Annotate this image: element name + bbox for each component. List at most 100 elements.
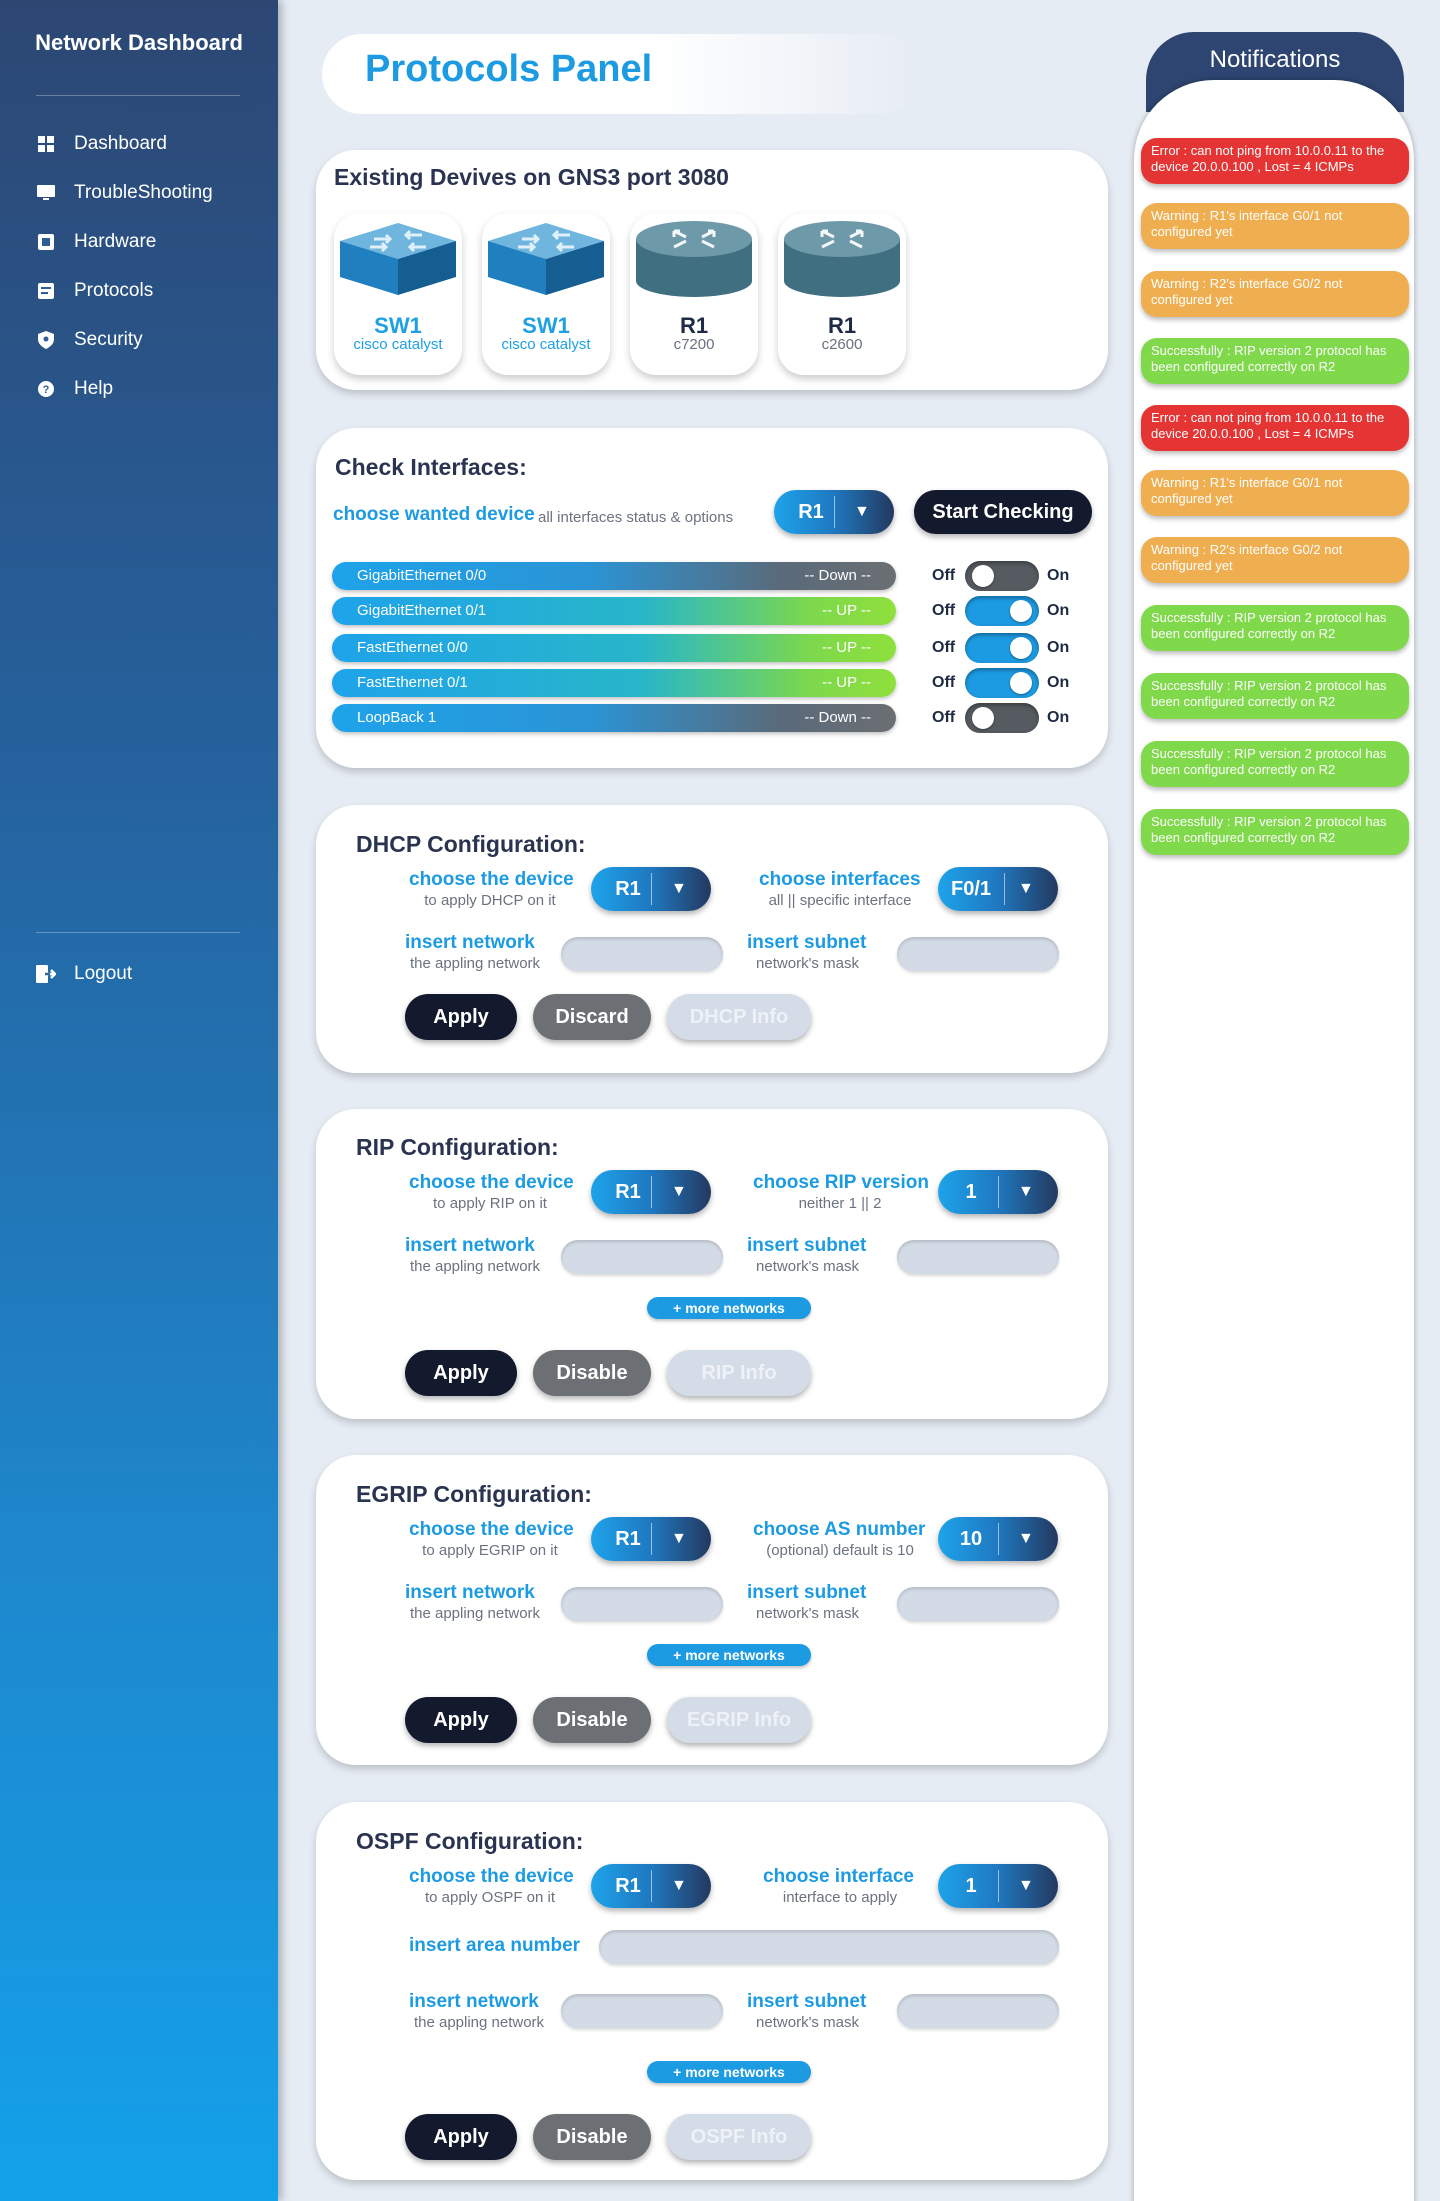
ospf-info-button[interactable]: OSPF Info [667, 2114, 811, 2160]
sidebar-item-troubleshooting[interactable]: TroubleShooting [36, 180, 213, 206]
chevron-down-icon: ▼ [1018, 1530, 1034, 1547]
device-model: cisco catalyst [353, 336, 443, 353]
select-divider [998, 1176, 999, 1208]
ospf-network-label: insert network [409, 1991, 539, 2012]
ospf-interface-select[interactable]: 1 ▼ [938, 1864, 1058, 1908]
rip-version-label: choose RIP version [753, 1172, 929, 1193]
egrip-subnet-label: insert subnet [747, 1582, 867, 1603]
dhcp-interface-select[interactable]: F0/1 ▼ [938, 867, 1058, 911]
dhcp-discard-button[interactable]: Discard [533, 994, 651, 1040]
sidebar-item-security[interactable]: Security [36, 327, 143, 353]
rip-subnet-label: insert subnet [747, 1235, 867, 1256]
rip-title: RIP Configuration: [356, 1134, 559, 1160]
interfaces-device-select[interactable]: R1 ▼ [774, 490, 894, 534]
rip-more-networks-button[interactable]: + more networks [647, 1297, 811, 1319]
interface-toggle[interactable] [965, 703, 1039, 733]
device-card-router[interactable]: R1 c2600 [778, 213, 906, 375]
start-checking-button[interactable]: Start Checking [914, 490, 1092, 534]
select-value: 10 [959, 1528, 983, 1550]
sidebar-divider [36, 932, 240, 933]
interface-toggle[interactable] [965, 668, 1039, 698]
rip-subnet-sub: network's mask [756, 1258, 859, 1275]
interface-status: -- UP -- [822, 639, 871, 656]
dhcp-device-sub: to apply DHCP on it [424, 892, 556, 909]
ospf-area-input[interactable] [599, 1930, 1059, 1964]
dhcp-network-input[interactable] [561, 937, 723, 971]
interface-toggle[interactable] [965, 561, 1039, 591]
rip-disable-button[interactable]: Disable [533, 1350, 651, 1396]
egrip-apply-button[interactable]: Apply [405, 1697, 517, 1743]
dhcp-title: DHCP Configuration: [356, 831, 586, 857]
monitor-icon [36, 183, 56, 203]
logout-button[interactable]: Logout [36, 961, 132, 987]
choose-device-sub: all interfaces status & options [538, 509, 734, 526]
egrip-disable-button[interactable]: Disable [533, 1697, 651, 1743]
chevron-down-icon: ▼ [1018, 880, 1034, 897]
rip-network-input[interactable] [561, 1240, 723, 1274]
select-value: R1 [798, 501, 824, 523]
rip-apply-button[interactable]: Apply [405, 1350, 517, 1396]
rip-version-sub: neither 1 || 2 [798, 1195, 882, 1212]
notification-success: Successfully : RIP version 2 protocol ha… [1141, 809, 1409, 855]
device-card-router[interactable]: R1 c7200 [630, 213, 758, 375]
chevron-down-icon: ▼ [671, 1877, 687, 1894]
off-label: Off [932, 674, 956, 691]
ospf-apply-button[interactable]: Apply [405, 2114, 517, 2160]
interface-row: FastEthernet 0/0 -- UP -- [332, 634, 896, 662]
sidebar-item-label: Help [74, 378, 114, 399]
ospf-device-label: choose the device [409, 1866, 574, 1887]
interface-toggle[interactable] [965, 596, 1039, 626]
dhcp-subnet-input[interactable] [897, 937, 1059, 971]
sidebar-item-help[interactable]: ? Help [36, 376, 113, 402]
egrip-subnet-input[interactable] [897, 1587, 1059, 1621]
ospf-disable-button[interactable]: Disable [533, 2114, 651, 2160]
interface-row: LoopBack 1 -- Down -- [332, 704, 896, 732]
egrip-as-sub: (optional) default is 10 [766, 1542, 914, 1559]
on-label: On [1047, 567, 1070, 584]
interface-name: GigabitEthernet 0/0 [357, 567, 487, 584]
ospf-device-select[interactable]: R1 ▼ [591, 1864, 711, 1908]
svg-text:?: ? [43, 384, 50, 396]
page-title-pill: Protocols Panel [322, 34, 922, 114]
notification-success: Successfully : RIP version 2 protocol ha… [1141, 741, 1409, 787]
help-icon: ? [36, 379, 56, 399]
egrip-device-select[interactable]: R1 ▼ [591, 1517, 711, 1561]
dhcp-device-select[interactable]: R1 ▼ [591, 867, 711, 911]
ospf-title: OSPF Configuration: [356, 1828, 584, 1854]
logout-icon [36, 964, 56, 984]
ospf-interface-sub: interface to apply [782, 1889, 898, 1906]
rip-device-select[interactable]: R1 ▼ [591, 1170, 711, 1214]
interface-toggle[interactable] [965, 633, 1039, 663]
shield-icon [36, 330, 56, 350]
devices-title: Existing Devives on GNS3 port 3080 [334, 164, 729, 190]
ospf-more-networks-button[interactable]: + more networks [647, 2061, 811, 2083]
sidebar-item-protocols[interactable]: Protocols [36, 278, 153, 304]
dhcp-apply-button[interactable]: Apply [405, 994, 517, 1040]
rip-device-sub: to apply RIP on it [433, 1195, 547, 1212]
egrip-more-networks-button[interactable]: + more networks [647, 1644, 811, 1666]
device-model: cisco catalyst [501, 336, 591, 353]
sidebar-item-hardware[interactable]: Hardware [36, 229, 156, 255]
interface-name: GigabitEthernet 0/1 [357, 602, 487, 619]
ospf-device-sub: to apply OSPF on it [424, 1889, 556, 1906]
sidebar-item-dashboard[interactable]: Dashboard [36, 131, 167, 157]
ospf-network-input[interactable] [561, 1994, 723, 2028]
toggle-knob [1010, 672, 1032, 694]
ospf-subnet-label: insert subnet [747, 1991, 867, 2012]
sidebar-item-label: TroubleShooting [74, 182, 213, 203]
rip-info-button[interactable]: RIP Info [667, 1350, 811, 1396]
select-divider [651, 1176, 652, 1208]
rip-version-select[interactable]: 1 ▼ [938, 1170, 1058, 1214]
select-divider [1004, 873, 1005, 905]
ospf-subnet-input[interactable] [897, 1994, 1059, 2028]
interface-name: FastEthernet 0/0 [357, 639, 468, 656]
egrip-as-select[interactable]: 10 ▼ [938, 1517, 1058, 1561]
device-card-switch[interactable]: SW1 cisco catalyst [482, 213, 610, 375]
device-card-switch[interactable]: SW1 cisco catalyst [334, 213, 462, 375]
egrip-network-input[interactable] [561, 1587, 723, 1621]
notification-error: Error : can not ping from 10.0.0.11 to t… [1141, 138, 1409, 184]
egrip-info-button[interactable]: EGRIP Info [667, 1697, 811, 1743]
dhcp-info-button[interactable]: DHCP Info [667, 994, 811, 1040]
rip-subnet-input[interactable] [897, 1240, 1059, 1274]
sidebar-item-label: Security [74, 329, 143, 350]
